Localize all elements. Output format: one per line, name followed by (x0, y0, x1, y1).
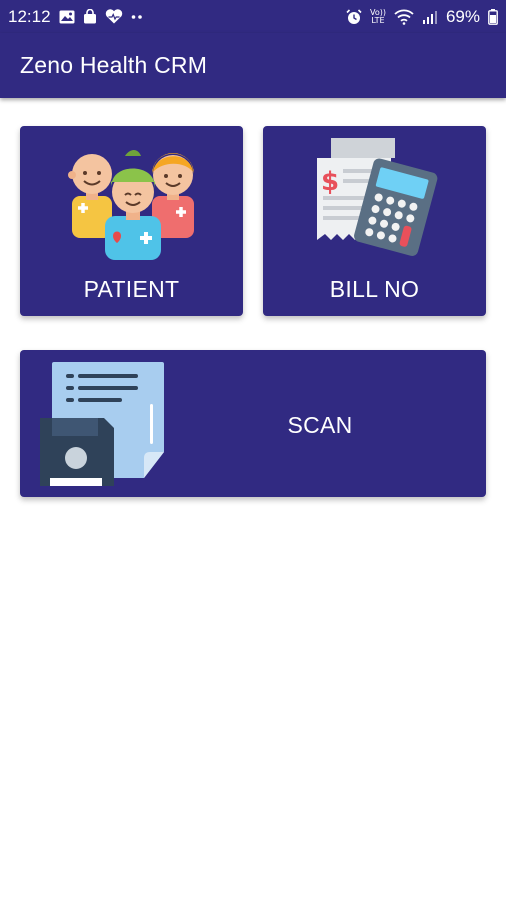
battery-percent: 69% (445, 6, 480, 26)
volte-icon: Vo)) LTE (370, 8, 386, 25)
scan-card[interactable]: SCAN (20, 350, 486, 497)
bill-no-label: BILL NO (329, 276, 420, 302)
document-save-icon (38, 360, 168, 493)
app-title: Zeno Health CRM (20, 52, 208, 78)
scan-label: SCAN (287, 412, 353, 438)
battery-icon (488, 8, 498, 25)
gallery-icon (59, 10, 75, 24)
volte-bottom-label: LTE (371, 15, 385, 25)
bill-no-card[interactable]: $ BILL NO (263, 126, 486, 316)
status-left: 12:12 (8, 7, 143, 27)
app-bar: Zeno Health CRM (0, 33, 506, 98)
alarm-icon (346, 8, 362, 25)
status-bar: 12:12 Vo)) LTE 69% (0, 0, 506, 33)
wifi-icon (394, 9, 414, 25)
status-right: Vo)) LTE 69% (346, 7, 498, 27)
patient-label: PATIENT (83, 276, 180, 302)
patient-card[interactable]: PATIENT (20, 126, 243, 316)
bill-calculator-icon: $ (309, 136, 441, 261)
signal-icon (422, 10, 438, 24)
status-time: 12:12 (8, 6, 51, 26)
bag-icon (83, 9, 97, 24)
patients-group-icon (68, 144, 198, 265)
heart-icon (105, 9, 123, 24)
svg-text:$: $ (321, 167, 339, 197)
more-dots-icon (131, 14, 143, 20)
